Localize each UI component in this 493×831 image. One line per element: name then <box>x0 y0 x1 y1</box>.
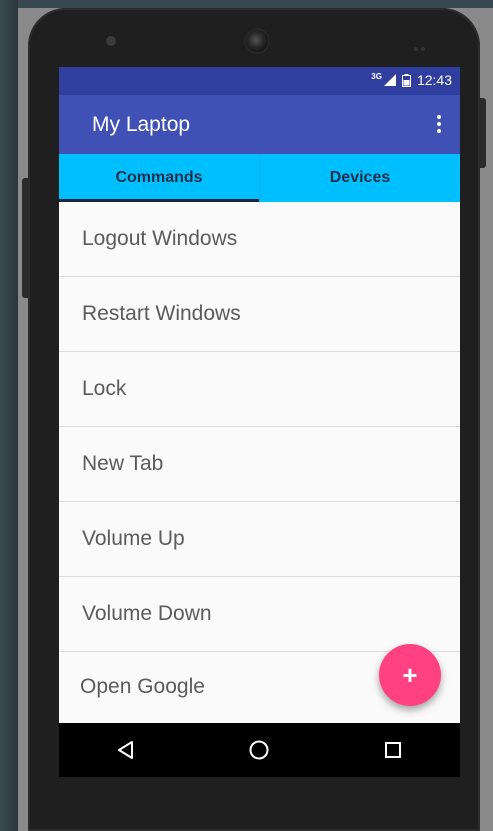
power-button[interactable] <box>480 98 486 168</box>
app-bar: My Laptop <box>59 95 460 154</box>
list-item-label: Lock <box>82 377 127 400</box>
add-command-fab[interactable]: + <box>379 644 441 706</box>
emulator-left-edge <box>0 0 18 831</box>
speaker-dots <box>414 38 432 51</box>
battery-icon <box>401 73 411 87</box>
home-button[interactable] <box>229 723 289 777</box>
home-circle-icon <box>249 740 269 760</box>
list-item-label: Open Google <box>80 675 205 698</box>
list-item-label: New Tab <box>82 452 164 475</box>
clock: 12:43 <box>416 72 452 88</box>
list-item-volume-up[interactable]: Volume Up <box>59 502 460 577</box>
navigation-bar <box>59 723 460 777</box>
signal-icon <box>383 74 396 86</box>
list-item-label: Logout Windows <box>82 227 238 250</box>
list-item-logout-windows[interactable]: Logout Windows <box>59 202 460 277</box>
list-item-label: Volume Down <box>82 602 212 625</box>
list-item-new-tab[interactable]: New Tab <box>59 427 460 502</box>
list-item-volume-down[interactable]: Volume Down <box>59 577 460 652</box>
front-camera <box>246 30 268 52</box>
add-icon: + <box>402 660 418 690</box>
emulator-top-edge <box>0 0 493 8</box>
tab-label: Commands <box>115 169 203 186</box>
list-item-lock[interactable]: Lock <box>59 352 460 427</box>
list-item-label: Restart Windows <box>82 302 241 325</box>
list-item-label: Volume Up <box>82 527 185 550</box>
tab-devices[interactable]: Devices <box>259 154 460 202</box>
back-button[interactable] <box>96 723 156 777</box>
app-title: My Laptop <box>92 113 191 136</box>
network-type: 3G <box>371 71 382 81</box>
more-vert-icon[interactable] <box>436 115 442 135</box>
command-list: Logout Windows Restart Windows Lock New … <box>59 202 460 722</box>
recents-button[interactable] <box>363 723 423 777</box>
proximity-sensor <box>106 36 116 46</box>
list-item-restart-windows[interactable]: Restart Windows <box>59 277 460 352</box>
phone-screen: 3G 12:43 My Laptop Commands Devices Logo <box>59 67 460 777</box>
tab-label: Devices <box>329 169 391 186</box>
recents-square-icon <box>385 742 402 758</box>
status-bar: 3G 12:43 <box>59 67 460 95</box>
volume-button[interactable] <box>22 178 28 298</box>
tab-commands[interactable]: Commands <box>59 154 259 202</box>
tab-bar: Commands Devices <box>59 154 460 202</box>
back-triangle-icon <box>117 741 133 759</box>
